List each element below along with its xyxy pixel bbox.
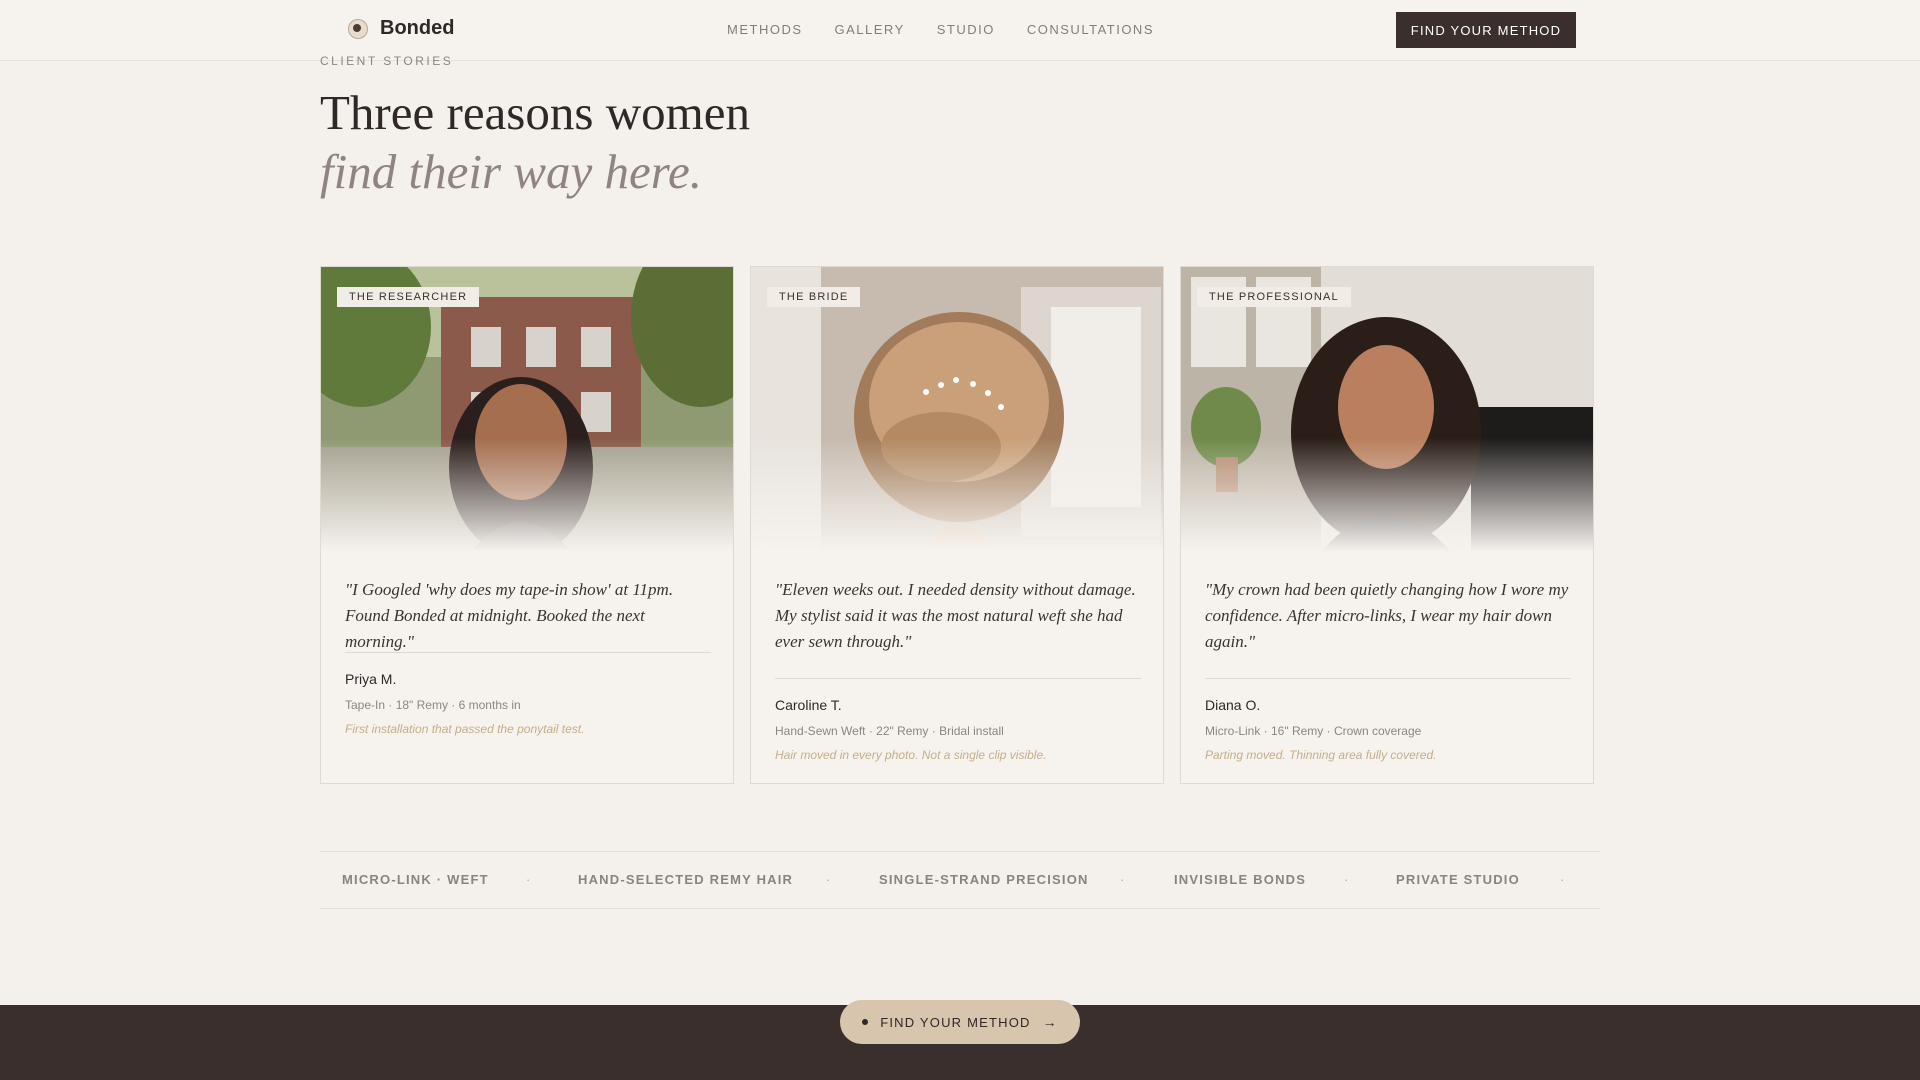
professional-quote: "My crown had been quietly changing how … — [1205, 580, 1569, 651]
professional-meta: Micro-Link · 16" Remy · Crown coverage — [1205, 724, 1422, 738]
professional-name: Diana O. — [1205, 697, 1261, 713]
separator-dot: · — [1120, 872, 1125, 887]
bride-meta: Hand-Sewn Weft · 22" Remy · Bridal insta… — [775, 724, 1004, 738]
story-card-professional: THE PROFESSIONAL "My crown had been quie… — [1180, 266, 1594, 784]
dot-icon — [862, 1019, 869, 1025]
marquee-item: INVISIBLE BONDS — [1174, 872, 1307, 887]
researcher-meta: Tape-In · 18" Remy · 6 months in — [345, 698, 521, 712]
bride-name: Caroline T. — [775, 697, 842, 713]
professional-tag: THE PROFESSIONAL — [1197, 287, 1351, 307]
story-card-bride: THE BRIDE "Eleven weeks out. I needed de… — [750, 266, 1164, 784]
nav-studio[interactable]: STUDIO — [937, 22, 995, 37]
logo-icon — [348, 18, 368, 39]
main-nav: METHODS GALLERY STUDIO CONSULTATIONS — [727, 22, 1154, 37]
marquee-item: HAND-SELECTED REMY HAIR — [578, 872, 794, 887]
floating-find-method-button[interactable]: FIND YOUR METHOD → — [840, 1000, 1080, 1044]
divider — [1205, 678, 1571, 679]
nav-gallery[interactable]: GALLERY — [835, 22, 905, 37]
marquee-item: SINGLE-STRAND PRECISION — [879, 872, 1089, 887]
find-your-method-button[interactable]: FIND YOUR METHOD — [1396, 12, 1576, 48]
marquee-item: MICRO-LINK · WEFT — [342, 872, 489, 887]
bride-tag: THE BRIDE — [767, 287, 861, 307]
top-navigation: Bonded METHODS GALLERY STUDIO CONSULTATI… — [0, 0, 1920, 61]
feature-marquee: MICRO-LINK · WEFT · HAND-SELECTED REMY H… — [320, 851, 1600, 909]
section-eyebrow: CLIENT STORIES — [320, 54, 454, 68]
researcher-quote: "I Googled 'why does my tape-in show' at… — [345, 580, 674, 651]
divider — [775, 678, 1141, 679]
brand-logo[interactable]: Bonded — [348, 17, 454, 40]
researcher-note: First installation that passed the ponyt… — [345, 722, 585, 736]
arrow-right-icon: → — [1042, 1014, 1058, 1030]
section-title: Three reasons women — [320, 85, 750, 140]
researcher-photo: THE RESEARCHER — [321, 267, 733, 552]
nav-consultations[interactable]: CONSULTATIONS — [1027, 22, 1154, 37]
separator-dot: · — [526, 872, 531, 887]
brand-name: Bonded — [380, 17, 455, 39]
divider — [345, 652, 711, 653]
professional-note: Parting moved. Thinning area fully cover… — [1205, 748, 1437, 762]
separator-dot: · — [826, 872, 831, 887]
separator-dot: · — [1344, 872, 1349, 887]
bride-photo: THE BRIDE — [751, 267, 1163, 552]
section-subtitle: find their way here. — [320, 144, 702, 199]
story-card-researcher: THE RESEARCHER "I Googled 'why does my t… — [320, 266, 734, 784]
client-story-cards: THE RESEARCHER "I Googled 'why does my t… — [320, 266, 1594, 784]
separator-dot: · — [1560, 872, 1565, 887]
nav-methods[interactable]: METHODS — [727, 22, 803, 37]
researcher-name: Priya M. — [345, 671, 397, 687]
professional-photo: THE PROFESSIONAL — [1181, 267, 1593, 552]
floating-cta-label: FIND YOUR METHOD — [880, 1014, 1031, 1030]
bride-note: Hair moved in every photo. Not a single … — [775, 748, 1047, 762]
bride-quote: "Eleven weeks out. I needed density with… — [775, 580, 1136, 651]
researcher-tag: THE RESEARCHER — [337, 287, 480, 307]
marquee-item: PRIVATE STUDIO — [1396, 872, 1520, 887]
